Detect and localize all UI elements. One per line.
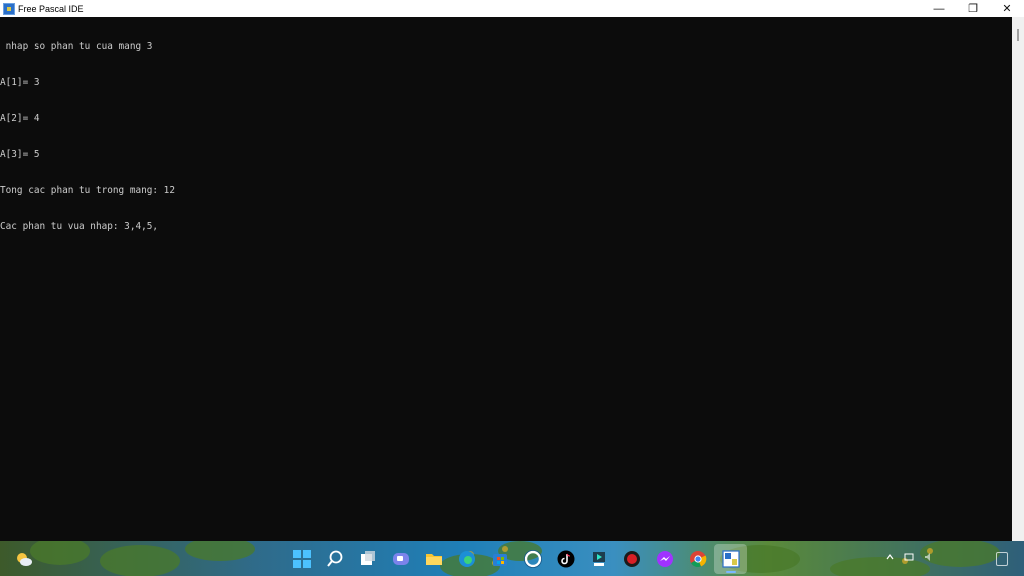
taskbar	[0, 541, 1024, 576]
notification-icon[interactable]	[996, 552, 1008, 566]
minimize-icon: —	[933, 2, 945, 15]
media-app-icon	[592, 552, 605, 566]
cortana-button[interactable]	[516, 544, 549, 574]
search-icon	[326, 550, 342, 567]
store-button[interactable]	[483, 544, 516, 574]
scrollbar-thumb[interactable]	[1017, 29, 1019, 41]
window-controls: — ❐ ✕	[922, 0, 1024, 17]
chevron-up-icon[interactable]	[886, 554, 894, 560]
console-line: Cac phan tu vua nhap: 3,4,5,	[0, 221, 159, 232]
console-line: A[2]= 4	[0, 113, 40, 124]
free-pascal-icon	[721, 550, 740, 568]
tiktok-icon	[557, 550, 574, 568]
file-explorer-button[interactable]	[417, 544, 450, 574]
folder-icon	[425, 554, 442, 565]
minimize-button[interactable]: —	[922, 0, 956, 17]
title-bar[interactable]: Free Pascal IDE — ❐ ✕	[0, 0, 1024, 17]
chat-icon	[392, 553, 409, 565]
free-pascal-app-icon	[3, 2, 15, 15]
start-button[interactable]	[285, 544, 318, 574]
window-title: Free Pascal IDE	[18, 3, 84, 14]
cortana-icon	[523, 550, 542, 568]
task-view-button[interactable]	[351, 544, 384, 574]
restore-icon: ❐	[968, 3, 978, 15]
edge-button[interactable]	[450, 544, 483, 574]
restore-button[interactable]: ❐	[956, 0, 990, 17]
store-icon	[492, 554, 507, 566]
volume-icon[interactable]	[924, 552, 934, 562]
edge-icon	[458, 551, 475, 567]
close-icon: ✕	[1002, 3, 1012, 15]
antivirus-button[interactable]	[615, 544, 648, 574]
chrome-button[interactable]	[681, 544, 714, 574]
messenger-button[interactable]	[648, 544, 681, 574]
console-line: Tong cac phan tu trong mang: 12	[0, 185, 175, 196]
chrome-icon	[689, 551, 706, 568]
console-line: nhap so phan tu cua mang 3	[0, 41, 153, 52]
network-icon[interactable]	[904, 552, 914, 562]
media-app-button[interactable]	[582, 544, 615, 574]
console-line: A[1]= 3	[0, 77, 40, 88]
weather-icon[interactable]	[14, 549, 34, 569]
task-view-icon	[360, 551, 375, 565]
console-output[interactable]: nhap so phan tu cua mang 3 A[1]= 3 A[2]=…	[0, 17, 1012, 541]
vertical-scrollbar[interactable]	[1012, 17, 1024, 541]
system-tray	[874, 541, 1024, 576]
close-button[interactable]: ✕	[990, 0, 1024, 17]
free-pascal-window: Free Pascal IDE — ❐ ✕ nhap so phan tu cu…	[0, 0, 1024, 541]
messenger-icon	[656, 551, 673, 567]
search-button[interactable]	[318, 544, 351, 574]
console-line: A[3]= 5	[0, 149, 40, 160]
chat-button[interactable]	[384, 544, 417, 574]
free-pascal-button[interactable]	[714, 544, 747, 574]
windows-icon	[292, 550, 311, 568]
shield-icon	[623, 551, 640, 567]
tiktok-button[interactable]	[549, 544, 582, 574]
taskbar-pinned-apps	[285, 544, 747, 574]
